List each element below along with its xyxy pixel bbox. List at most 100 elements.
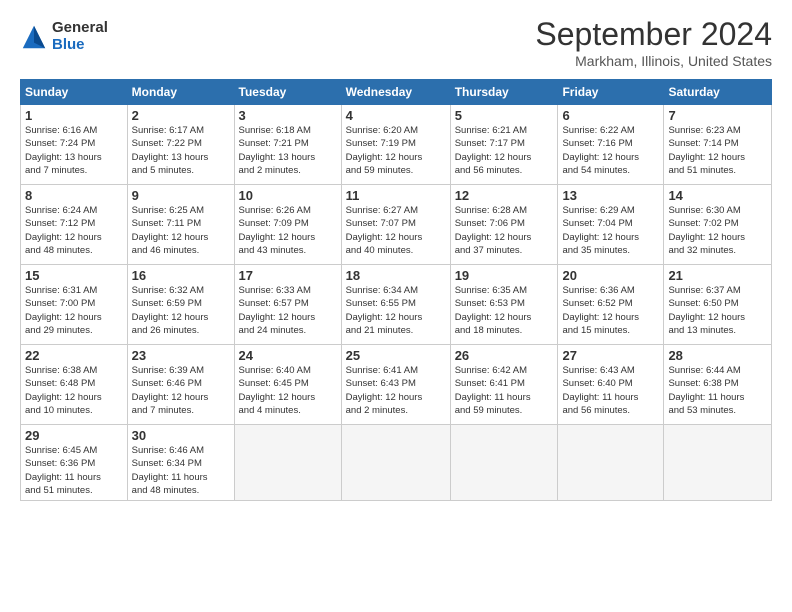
day-number: 24 [239,348,337,363]
day-cell: 13Sunrise: 6:29 AM Sunset: 7:04 PM Dayli… [558,185,664,265]
day-cell: 23Sunrise: 6:39 AM Sunset: 6:46 PM Dayli… [127,345,234,425]
day-number: 8 [25,188,123,203]
day-info: Sunrise: 6:33 AM Sunset: 6:57 PM Dayligh… [239,284,337,337]
col-friday: Friday [558,80,664,105]
day-cell: 21Sunrise: 6:37 AM Sunset: 6:50 PM Dayli… [664,265,772,345]
day-number: 5 [455,108,554,123]
day-info: Sunrise: 6:35 AM Sunset: 6:53 PM Dayligh… [455,284,554,337]
day-info: Sunrise: 6:22 AM Sunset: 7:16 PM Dayligh… [562,124,659,177]
col-wednesday: Wednesday [341,80,450,105]
day-info: Sunrise: 6:23 AM Sunset: 7:14 PM Dayligh… [668,124,767,177]
day-cell: 4Sunrise: 6:20 AM Sunset: 7:19 PM Daylig… [341,105,450,185]
day-number: 28 [668,348,767,363]
day-number: 15 [25,268,123,283]
day-cell: 9Sunrise: 6:25 AM Sunset: 7:11 PM Daylig… [127,185,234,265]
day-number: 6 [562,108,659,123]
day-number: 4 [346,108,446,123]
day-cell: 28Sunrise: 6:44 AM Sunset: 6:38 PM Dayli… [664,345,772,425]
day-info: Sunrise: 6:37 AM Sunset: 6:50 PM Dayligh… [668,284,767,337]
day-info: Sunrise: 6:32 AM Sunset: 6:59 PM Dayligh… [132,284,230,337]
day-cell: 30Sunrise: 6:46 AM Sunset: 6:34 PM Dayli… [127,425,234,501]
day-cell: 26Sunrise: 6:42 AM Sunset: 6:41 PM Dayli… [450,345,558,425]
col-tuesday: Tuesday [234,80,341,105]
day-info: Sunrise: 6:43 AM Sunset: 6:40 PM Dayligh… [562,364,659,417]
day-info: Sunrise: 6:41 AM Sunset: 6:43 PM Dayligh… [346,364,446,417]
day-cell [450,425,558,501]
day-cell: 15Sunrise: 6:31 AM Sunset: 7:00 PM Dayli… [21,265,128,345]
col-sunday: Sunday [21,80,128,105]
day-number: 26 [455,348,554,363]
day-info: Sunrise: 6:18 AM Sunset: 7:21 PM Dayligh… [239,124,337,177]
day-cell: 29Sunrise: 6:45 AM Sunset: 6:36 PM Dayli… [21,425,128,501]
day-cell: 8Sunrise: 6:24 AM Sunset: 7:12 PM Daylig… [21,185,128,265]
day-number: 22 [25,348,123,363]
day-cell: 3Sunrise: 6:18 AM Sunset: 7:21 PM Daylig… [234,105,341,185]
day-info: Sunrise: 6:42 AM Sunset: 6:41 PM Dayligh… [455,364,554,417]
logo-general: General [52,20,108,37]
week-row-5: 29Sunrise: 6:45 AM Sunset: 6:36 PM Dayli… [21,425,772,501]
day-number: 17 [239,268,337,283]
day-cell: 14Sunrise: 6:30 AM Sunset: 7:02 PM Dayli… [664,185,772,265]
day-cell: 7Sunrise: 6:23 AM Sunset: 7:14 PM Daylig… [664,105,772,185]
day-info: Sunrise: 6:39 AM Sunset: 6:46 PM Dayligh… [132,364,230,417]
day-cell: 10Sunrise: 6:26 AM Sunset: 7:09 PM Dayli… [234,185,341,265]
day-info: Sunrise: 6:26 AM Sunset: 7:09 PM Dayligh… [239,204,337,257]
day-cell: 6Sunrise: 6:22 AM Sunset: 7:16 PM Daylig… [558,105,664,185]
day-number: 21 [668,268,767,283]
day-number: 11 [346,188,446,203]
day-info: Sunrise: 6:27 AM Sunset: 7:07 PM Dayligh… [346,204,446,257]
day-info: Sunrise: 6:28 AM Sunset: 7:06 PM Dayligh… [455,204,554,257]
day-info: Sunrise: 6:21 AM Sunset: 7:17 PM Dayligh… [455,124,554,177]
day-number: 9 [132,188,230,203]
day-number: 12 [455,188,554,203]
day-info: Sunrise: 6:45 AM Sunset: 6:36 PM Dayligh… [25,444,123,497]
day-info: Sunrise: 6:24 AM Sunset: 7:12 PM Dayligh… [25,204,123,257]
day-cell: 17Sunrise: 6:33 AM Sunset: 6:57 PM Dayli… [234,265,341,345]
week-row-4: 22Sunrise: 6:38 AM Sunset: 6:48 PM Dayli… [21,345,772,425]
day-number: 30 [132,428,230,443]
day-info: Sunrise: 6:17 AM Sunset: 7:22 PM Dayligh… [132,124,230,177]
day-cell: 12Sunrise: 6:28 AM Sunset: 7:06 PM Dayli… [450,185,558,265]
col-monday: Monday [127,80,234,105]
day-number: 2 [132,108,230,123]
day-cell: 19Sunrise: 6:35 AM Sunset: 6:53 PM Dayli… [450,265,558,345]
day-cell: 27Sunrise: 6:43 AM Sunset: 6:40 PM Dayli… [558,345,664,425]
week-row-2: 8Sunrise: 6:24 AM Sunset: 7:12 PM Daylig… [21,185,772,265]
week-row-1: 1Sunrise: 6:16 AM Sunset: 7:24 PM Daylig… [21,105,772,185]
day-info: Sunrise: 6:38 AM Sunset: 6:48 PM Dayligh… [25,364,123,417]
day-number: 3 [239,108,337,123]
day-info: Sunrise: 6:25 AM Sunset: 7:11 PM Dayligh… [132,204,230,257]
day-number: 29 [25,428,123,443]
day-cell [341,425,450,501]
day-cell: 2Sunrise: 6:17 AM Sunset: 7:22 PM Daylig… [127,105,234,185]
logo-text: General Blue [52,20,108,53]
day-cell: 24Sunrise: 6:40 AM Sunset: 6:45 PM Dayli… [234,345,341,425]
day-cell: 16Sunrise: 6:32 AM Sunset: 6:59 PM Dayli… [127,265,234,345]
day-cell [234,425,341,501]
day-info: Sunrise: 6:30 AM Sunset: 7:02 PM Dayligh… [668,204,767,257]
day-info: Sunrise: 6:36 AM Sunset: 6:52 PM Dayligh… [562,284,659,337]
day-number: 7 [668,108,767,123]
day-number: 23 [132,348,230,363]
header-row: Sunday Monday Tuesday Wednesday Thursday… [21,80,772,105]
logo-icon [20,23,48,51]
day-number: 20 [562,268,659,283]
day-cell: 25Sunrise: 6:41 AM Sunset: 6:43 PM Dayli… [341,345,450,425]
day-cell: 22Sunrise: 6:38 AM Sunset: 6:48 PM Dayli… [21,345,128,425]
day-number: 16 [132,268,230,283]
month-title: September 2024 [535,16,772,53]
day-number: 10 [239,188,337,203]
logo-blue: Blue [52,37,108,54]
day-cell [558,425,664,501]
calendar-table: Sunday Monday Tuesday Wednesday Thursday… [20,79,772,501]
day-number: 19 [455,268,554,283]
day-number: 27 [562,348,659,363]
day-cell: 1Sunrise: 6:16 AM Sunset: 7:24 PM Daylig… [21,105,128,185]
week-row-3: 15Sunrise: 6:31 AM Sunset: 7:00 PM Dayli… [21,265,772,345]
day-info: Sunrise: 6:34 AM Sunset: 6:55 PM Dayligh… [346,284,446,337]
day-number: 25 [346,348,446,363]
day-number: 13 [562,188,659,203]
day-cell [664,425,772,501]
day-info: Sunrise: 6:46 AM Sunset: 6:34 PM Dayligh… [132,444,230,497]
logo: General Blue [20,20,108,53]
